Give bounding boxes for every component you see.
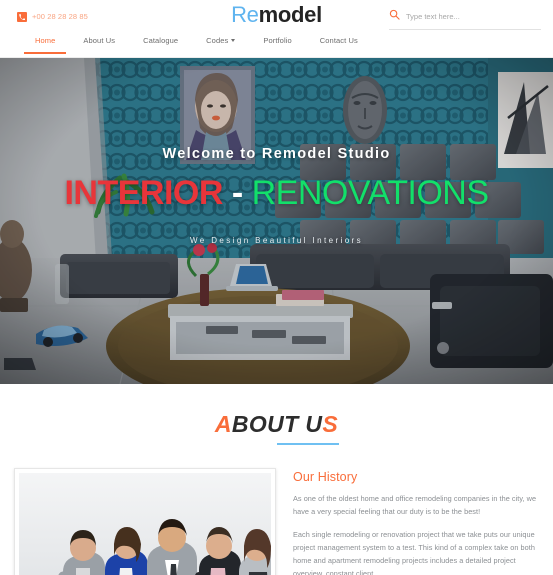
hero-headline: INTERIOR - RENOVATIONS — [0, 176, 553, 210]
nav-item-catalogue[interactable]: Catalogue — [129, 33, 192, 45]
hero-text-block: Welcome to Remodel Studio INTERIOR - REN… — [0, 146, 553, 245]
search-box[interactable] — [389, 7, 541, 30]
search-input[interactable] — [406, 11, 541, 21]
phone-icon — [17, 11, 27, 22]
team-photo-frame — [14, 468, 276, 575]
phone-block[interactable]: +00 28 28 28 85 — [17, 11, 88, 22]
nav-item-codes[interactable]: Codes — [192, 33, 249, 45]
hero-welcome-text: Welcome to Remodel Studio — [162, 146, 391, 162]
nav-label: Portfolio — [263, 36, 292, 45]
hero-subtitle: We Design Beautiful Interiors — [189, 236, 364, 245]
hero-headline-renovations: RENOVATIONS — [251, 174, 489, 212]
about-text-column: Our History As one of the oldest home an… — [293, 468, 539, 575]
about-title-last-letter: S — [322, 411, 339, 437]
team-photo — [19, 473, 271, 575]
about-paragraph-2: Each single remodeling or renovation pro… — [293, 529, 535, 575]
hero-headline-interior: INTERIOR — [64, 174, 223, 212]
hero-headline-dash: - — [222, 174, 252, 212]
about-section-title: ABOUT US — [0, 411, 553, 445]
nav-label: About Us — [83, 36, 116, 45]
about-paragraph-1: As one of the oldest home and office rem… — [293, 494, 537, 517]
nav-label: Home — [35, 36, 56, 45]
phone-number: +00 28 28 28 85 — [32, 12, 88, 21]
nav-label: Contact Us — [319, 36, 358, 45]
main-navigation: Home About Us Catalogue Codes Portfolio … — [0, 33, 553, 58]
nav-label: Codes — [206, 36, 229, 45]
nav-item-home[interactable]: Home — [21, 33, 69, 54]
nav-item-portfolio[interactable]: Portfolio — [249, 33, 305, 45]
nav-label: Catalogue — [143, 36, 179, 45]
chevron-down-icon — [231, 39, 236, 42]
search-icon[interactable] — [389, 7, 400, 25]
nav-item-about-us[interactable]: About Us — [69, 33, 129, 45]
our-history-heading: Our History — [293, 470, 358, 484]
logo-text-primary: Re — [231, 2, 259, 27]
title-underline-rule — [276, 443, 339, 445]
about-title-middle: BOUT U — [231, 411, 323, 437]
logo-text-secondary: model — [258, 2, 323, 27]
about-title-first-letter: A — [214, 411, 232, 437]
hero-banner: Welcome to Remodel Studio INTERIOR - REN… — [0, 58, 553, 384]
top-bar: +00 28 28 28 85 Remodel — [0, 0, 553, 33]
about-section: ABOUT US Our History As one of the oldes… — [0, 384, 553, 575]
nav-item-contact-us[interactable]: Contact Us — [306, 33, 372, 45]
about-content: Our History As one of the oldest home an… — [0, 445, 553, 575]
